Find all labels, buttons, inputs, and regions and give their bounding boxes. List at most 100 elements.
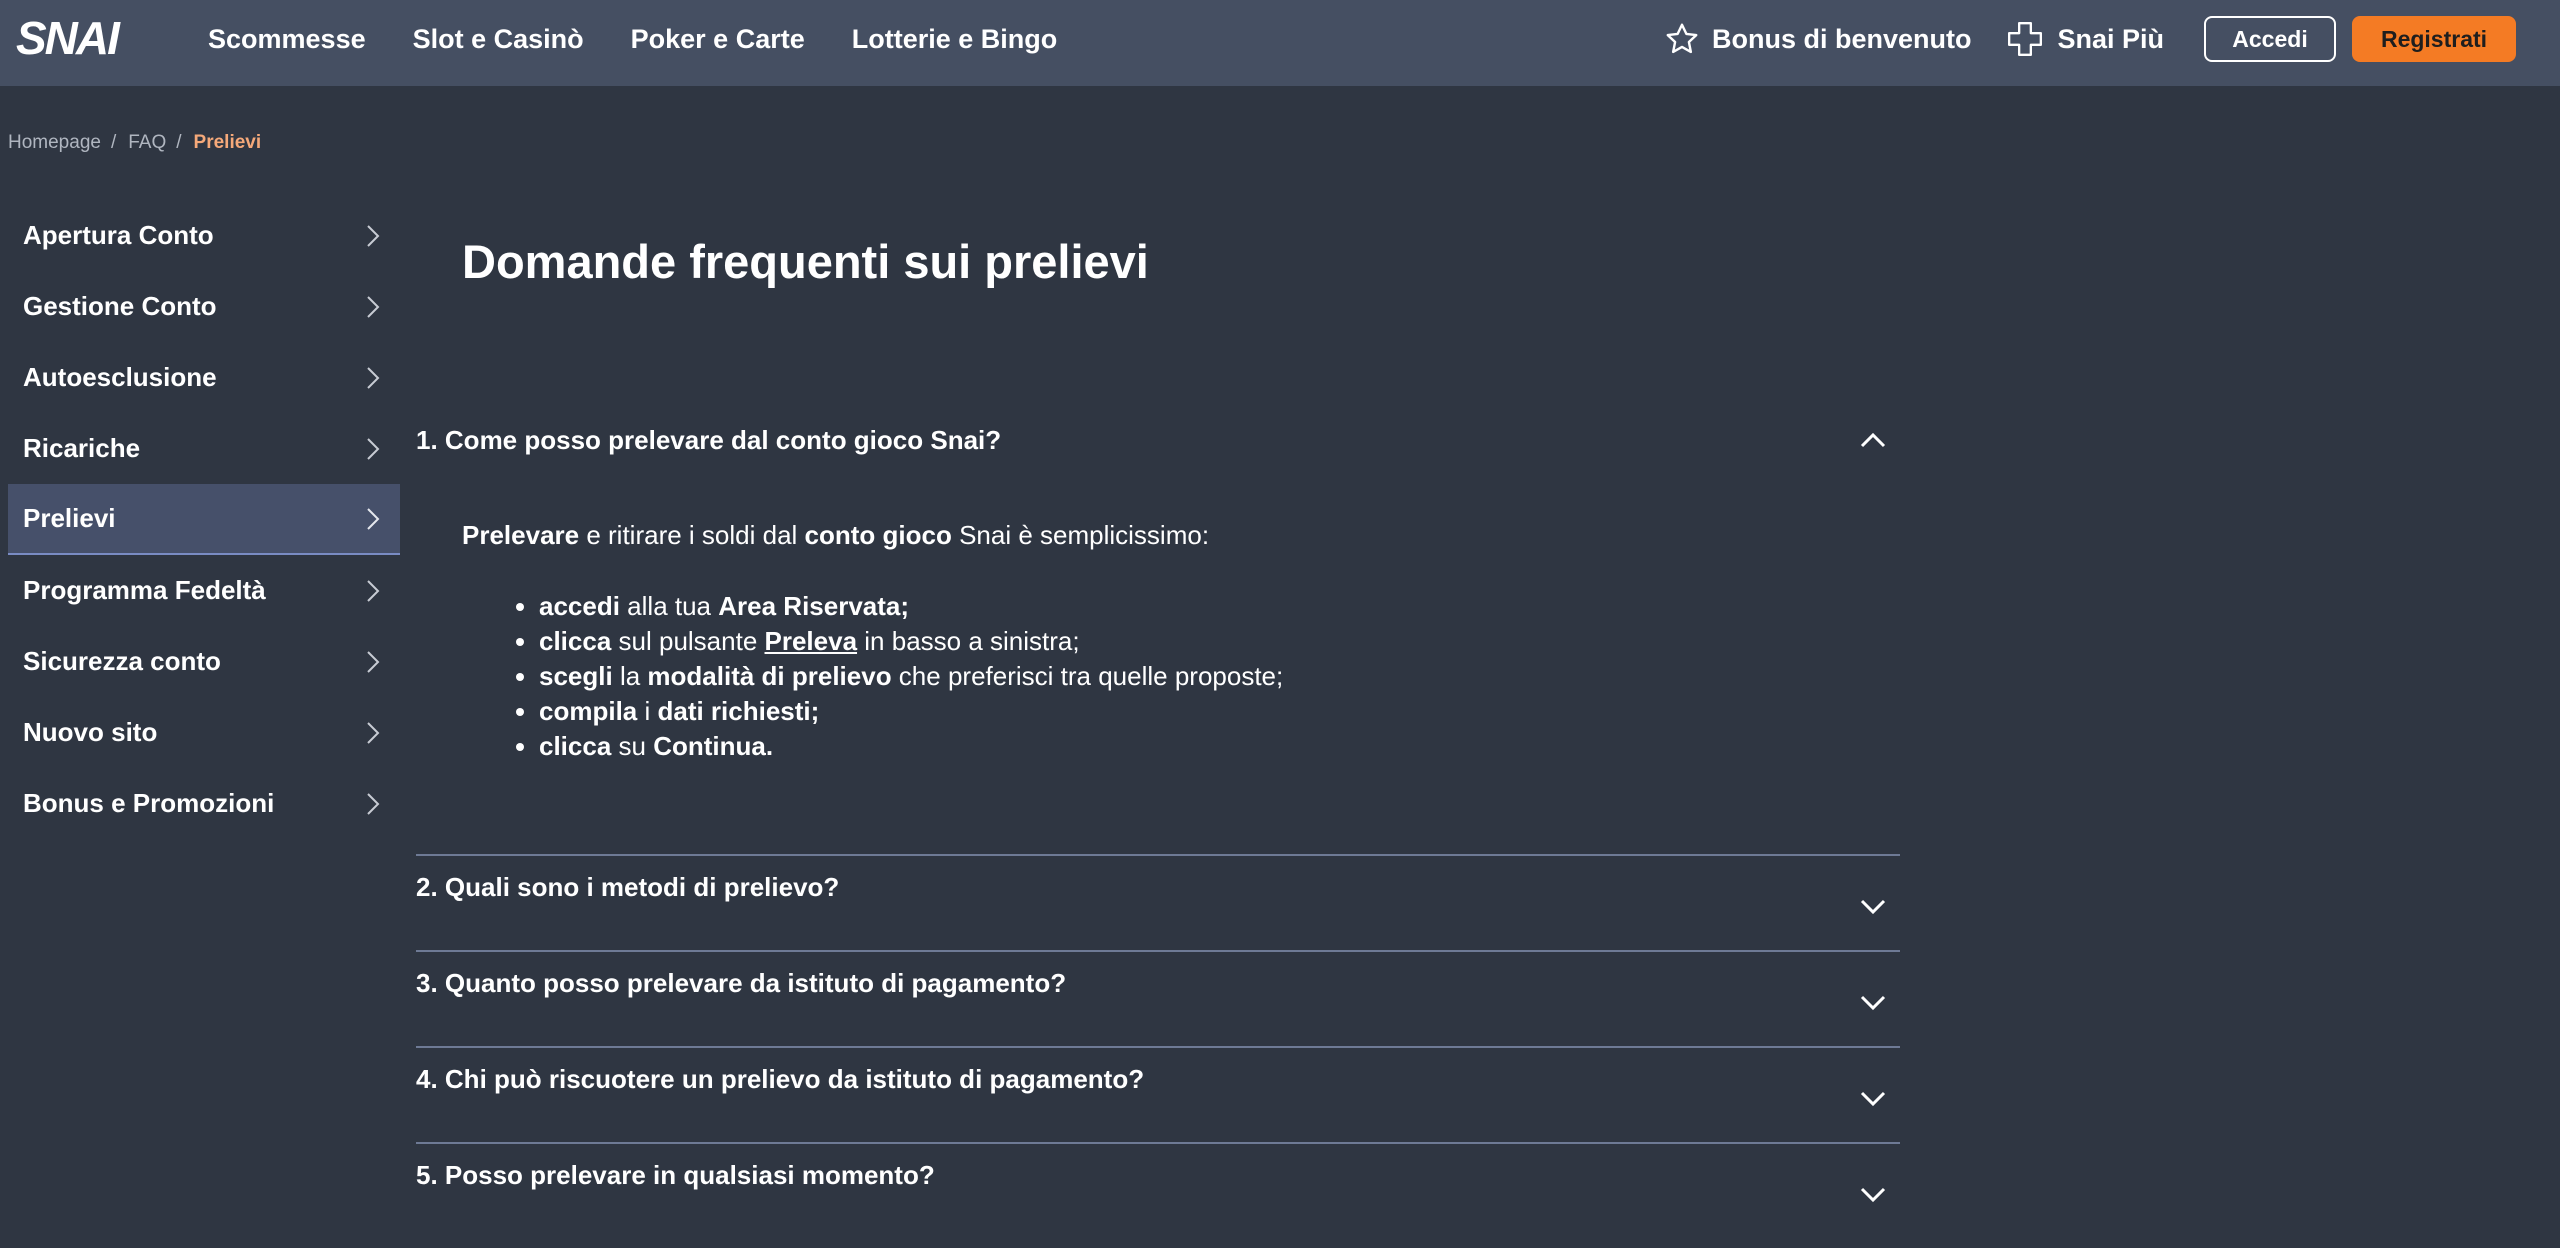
answer-intro: Prelevare e ritirare i soldi dal conto g…: [462, 518, 1900, 553]
sidebar-item-label: Bonus e Promozioni: [23, 788, 275, 818]
faq-item-2[interactable]: 2. Quali sono i metodi di prelievo?: [416, 854, 1900, 950]
faq-item-3[interactable]: 3. Quanto posso prelevare da istituto di…: [416, 950, 1900, 1046]
breadcrumb-current: Prelievi: [193, 132, 262, 153]
nav-scommesse[interactable]: Scommesse: [208, 24, 366, 55]
sidebar-item-sicurezza-conto[interactable]: Sicurezza conto: [8, 626, 400, 697]
sidebar-item-label: Gestione Conto: [23, 291, 217, 321]
sidebar-item-apertura-conto[interactable]: Apertura Conto: [8, 200, 400, 271]
sidebar-item-label: Ricariche: [23, 433, 141, 463]
step-bold: compila: [539, 696, 638, 726]
main-nav: Scommesse Slot e Casinò Poker e Carte Lo…: [208, 0, 1104, 78]
sidebar-item-label: Autoesclusione: [23, 362, 217, 392]
sidebar-item-nuovo-sito[interactable]: Nuovo sito: [8, 697, 400, 768]
bonus-benvenuto-label: Bonus di benvenuto: [1711, 23, 1972, 54]
answer-text: Snai è semplicissimo:: [951, 520, 1210, 550]
chevron-down-icon[interactable]: [1860, 994, 1886, 1012]
breadcrumb-home[interactable]: Homepage: [8, 132, 101, 154]
chevron-right-icon: [367, 366, 380, 389]
nav-slot-casino[interactable]: Slot e Casinò: [413, 24, 584, 55]
snai-piu-label: Snai Più: [2057, 23, 2164, 54]
chevron-right-icon: [367, 295, 380, 318]
answer-bold: Prelevare: [462, 520, 580, 550]
answer-steps-list: accedi alla tua Area Riservata; clicca s…: [462, 589, 1900, 764]
nav-poker-carte[interactable]: Poker e Carte: [631, 24, 805, 55]
faq-question-text: 1. Come posso prelevare dal conto gioco …: [416, 424, 1002, 455]
svg-text:SNAI: SNAI: [16, 16, 121, 60]
faq-question-5[interactable]: 5. Posso prelevare in qualsiasi momento?: [416, 1158, 1900, 1192]
register-button[interactable]: Registrati: [2352, 16, 2516, 62]
step-text: su: [611, 731, 654, 761]
faq-question-4[interactable]: 4. Chi può riscuotere un prelievo da ist…: [416, 1062, 1900, 1096]
faq-item-4[interactable]: 4. Chi può riscuotere un prelievo da ist…: [416, 1046, 1900, 1142]
answer-bold: conto gioco: [804, 520, 952, 550]
sidebar-item-autoesclusione[interactable]: Autoesclusione: [8, 342, 400, 413]
faq-item-5[interactable]: 5. Posso prelevare in qualsiasi momento?: [416, 1142, 1900, 1238]
bonus-benvenuto-link[interactable]: Bonus di benvenuto: [1664, 21, 1972, 57]
sidebar-item-label: Apertura Conto: [23, 220, 214, 250]
chevron-down-icon[interactable]: [1860, 1186, 1886, 1204]
list-item: accedi alla tua Area Riservata;: [539, 589, 1900, 624]
faq-question-1[interactable]: 1. Come posso prelevare dal conto gioco …: [416, 396, 1900, 484]
faq-accordion: 1. Come posso prelevare dal conto gioco …: [416, 396, 1900, 1238]
preleva-link[interactable]: Preleva: [765, 626, 858, 656]
sidebar-item-prelievi[interactable]: Prelievi: [8, 484, 400, 555]
step-text: in basso a sinistra;: [857, 626, 1080, 656]
chevron-right-icon: [367, 721, 380, 744]
step-bold: clicca: [539, 626, 612, 656]
chevron-right-icon: [367, 224, 380, 247]
breadcrumb-faq[interactable]: FAQ: [128, 132, 166, 154]
step-bold: Area Riservata;: [718, 591, 910, 621]
list-item: compila i dati richiesti;: [539, 694, 1900, 729]
chevron-right-icon: [367, 650, 380, 673]
step-bold: clicca: [539, 731, 612, 761]
list-item: scegli la modalità di prelievo che prefe…: [539, 659, 1900, 694]
snai-logo[interactable]: SNAI: [16, 16, 162, 60]
faq-question-text: 4. Chi può riscuotere un prelievo da ist…: [416, 1063, 1145, 1094]
step-text: la: [612, 661, 648, 691]
header-actions: Bonus di benvenuto Snai Più Accedi Regis…: [1664, 0, 2516, 78]
faq-category-sidebar: Apertura Conto Gestione Conto Autoesclus…: [8, 200, 400, 839]
sidebar-item-programma-fedelta[interactable]: Programma Fedeltà: [8, 555, 400, 626]
step-text: alla tua: [619, 591, 719, 621]
top-navigation-bar: SNAI Scommesse Slot e Casinò Poker e Car…: [0, 0, 2560, 86]
sidebar-item-bonus-promozioni[interactable]: Bonus e Promozioni: [8, 768, 400, 839]
chevron-right-icon: [367, 437, 380, 460]
step-text: sul pulsante: [611, 626, 765, 656]
login-button[interactable]: Accedi: [2204, 16, 2336, 62]
faq-question-3[interactable]: 3. Quanto posso prelevare da istituto di…: [416, 966, 1900, 1000]
sidebar-item-label: Programma Fedeltà: [23, 575, 266, 605]
step-bold: dati richiesti;: [657, 696, 820, 726]
sidebar-item-label: Nuovo sito: [23, 717, 158, 747]
faq-item-expanded: 1. Come posso prelevare dal conto gioco …: [416, 396, 1900, 854]
faq-question-2[interactable]: 2. Quali sono i metodi di prelievo?: [416, 870, 1900, 904]
chevron-down-icon[interactable]: [1860, 1090, 1886, 1108]
chevron-up-icon[interactable]: [1860, 431, 1886, 449]
chevron-right-icon: [367, 579, 380, 602]
step-bold: Continua.: [653, 731, 774, 761]
list-item: clicca sul pulsante Preleva in basso a s…: [539, 624, 1900, 659]
step-bold: modalità di prelievo: [647, 661, 892, 691]
sidebar-item-ricariche[interactable]: Ricariche: [8, 413, 400, 484]
answer-text: e ritirare i soldi dal: [579, 520, 805, 550]
breadcrumb: Homepage / FAQ / Prelievi: [8, 132, 261, 154]
breadcrumb-separator: /: [176, 132, 182, 153]
faq-answer-1: Prelevare e ritirare i soldi dal conto g…: [416, 484, 1900, 854]
faq-question-text: 3. Quanto posso prelevare da istituto di…: [416, 967, 1067, 998]
nav-lotterie-bingo[interactable]: Lotterie e Bingo: [852, 24, 1058, 55]
page-title: Domande frequenti sui prelievi: [462, 235, 1149, 288]
plus-icon: [2008, 22, 2043, 56]
sidebar-item-gestione-conto[interactable]: Gestione Conto: [8, 271, 400, 342]
chevron-down-icon[interactable]: [1860, 898, 1886, 916]
chevron-right-icon: [367, 792, 380, 815]
step-text: i: [637, 696, 658, 726]
step-bold: scegli: [539, 661, 613, 691]
step-bold: accedi: [539, 591, 620, 621]
breadcrumb-separator: /: [110, 132, 117, 153]
snai-piu-link[interactable]: Snai Più: [2005, 19, 2164, 59]
faq-question-text: 5. Posso prelevare in qualsiasi momento?: [416, 1159, 935, 1190]
sidebar-item-label: Sicurezza conto: [23, 646, 221, 676]
list-item: clicca su Continua.: [539, 729, 1900, 764]
faq-question-text: 2. Quali sono i metodi di prelievo?: [416, 871, 840, 902]
sidebar-item-label: Prelievi: [23, 503, 116, 533]
chevron-right-icon: [367, 507, 380, 530]
